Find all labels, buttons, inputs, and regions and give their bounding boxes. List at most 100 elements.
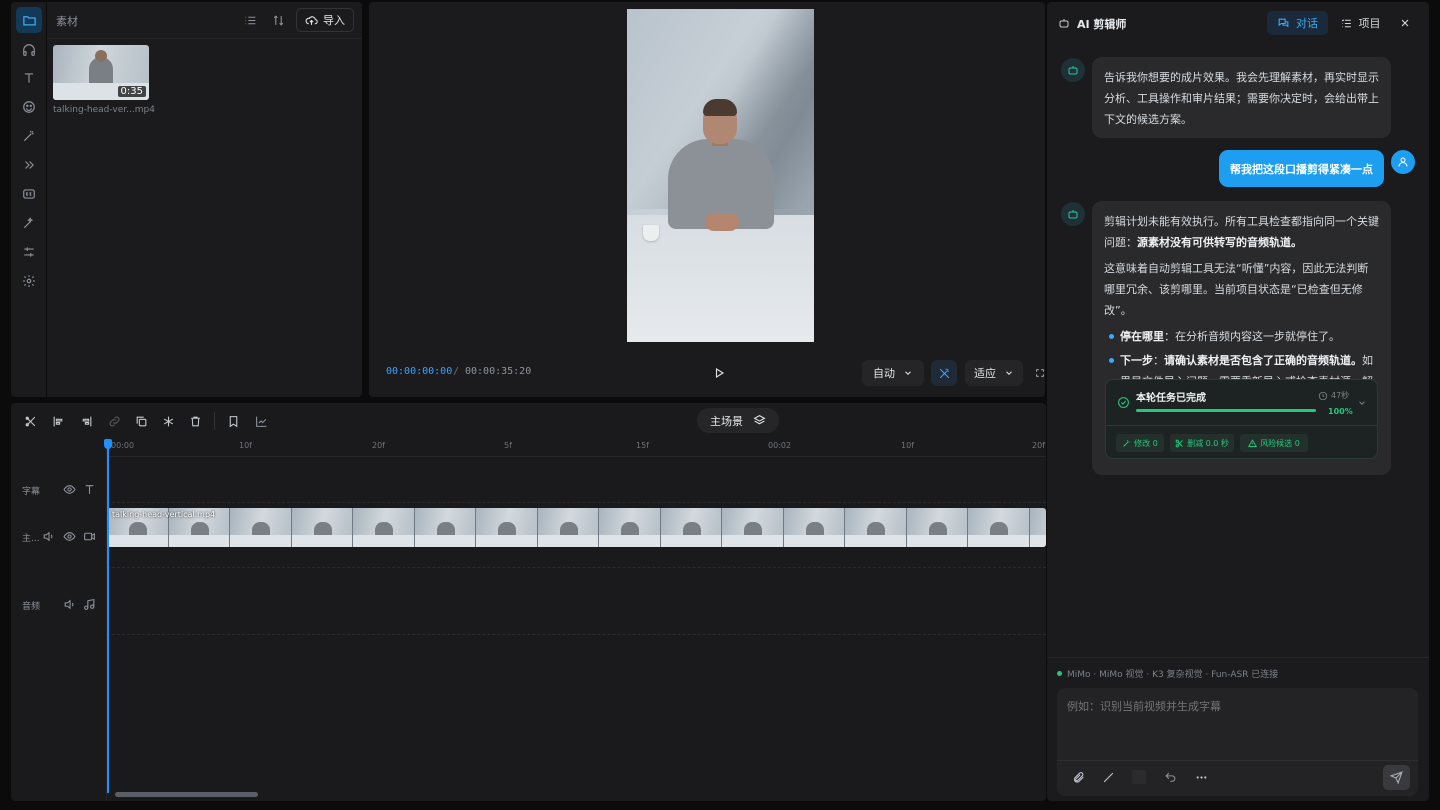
chat-input[interactable] [1067,698,1407,753]
ai-enhance-button[interactable] [931,360,957,386]
time-separator: / [453,366,460,377]
chart-icon[interactable] [252,412,270,430]
magic-wand-icon[interactable] [19,126,39,146]
user-icon [1398,157,1408,167]
tab-chat[interactable]: 对话 [1267,11,1328,35]
audio-track-lane [107,567,1046,635]
headphones-icon[interactable] [19,40,39,60]
bot-avatar [1061,202,1085,226]
playhead-handle[interactable] [104,439,112,449]
copy-icon[interactable] [132,412,150,430]
frame-table [1029,535,1046,547]
fit-select[interactable]: 适应 [965,360,1023,386]
frame-table [537,535,599,547]
attachment-icon[interactable] [1069,768,1087,786]
frame-table [353,535,414,547]
scissors-icon [1175,439,1183,447]
bot-icon [1068,66,1078,75]
text-icon[interactable] [19,68,39,88]
player-panel: 00:00:00:00 / 00:00:35:20 自动 适应 [369,2,1045,397]
clip-frame-thumbnail [291,508,353,547]
clip-name-label: talking-head-vertical.mp4 [112,510,216,519]
ruler-label: 5f [504,441,512,450]
tab-chat-label: 对话 [1296,17,1318,30]
text-track-icon[interactable] [81,481,97,497]
color-swatch-icon[interactable] [1132,770,1146,784]
subtitle-track-label: 字幕 [22,487,41,497]
tab-project-label: 项目 [1358,17,1381,30]
play-button[interactable] [709,364,729,382]
bookmark-icon[interactable] [224,412,242,430]
connection-status-text: MiMo · MiMo 视觉 · K3 复杂视觉 · Fun-ASR 已连接 [1067,670,1279,680]
left-tool-sidebar [11,2,46,397]
total-time: 00:00:35:20 [465,366,532,377]
sliders-icon[interactable] [19,242,39,262]
clip-frame-thumbnail [476,508,538,547]
sort-icon[interactable] [269,11,287,29]
clip-frame-thumbnail [968,508,1030,547]
align-right-icon[interactable] [77,412,95,430]
align-left-icon[interactable] [49,412,67,430]
list-view-icon[interactable] [241,11,259,29]
clip-frame-thumbnail [906,508,968,547]
split-icon[interactable] [21,412,39,430]
eye-icon[interactable] [61,528,77,544]
media-clip-thumbnail[interactable]: 0:35 [53,45,149,100]
check-circle-icon [1116,395,1130,409]
main-scene-label: 主场景 [710,414,743,428]
quality-select[interactable]: 自动 [862,360,924,386]
video-camera-icon[interactable] [81,528,97,544]
eye-icon[interactable] [61,481,77,497]
delete-icon[interactable] [186,412,204,430]
timeline-scrollbar[interactable] [115,792,258,797]
music-note-icon[interactable] [81,596,97,612]
undo-icon[interactable] [1161,768,1179,786]
main-track-label: 主... [22,534,40,544]
freeze-icon[interactable] [159,412,177,430]
playhead[interactable] [107,439,109,793]
clip-frame-thumbnail [845,508,907,547]
frame-table [722,535,783,547]
settings-icon[interactable] [19,271,39,291]
warning-icon [1248,438,1258,447]
fit-label: 适应 [974,367,996,380]
assistant-message-bubble: 告诉我你想要的成片效果。我会先理解素材，再实时显示分析、工具操作和审片结果；需要… [1092,57,1391,138]
send-button[interactable] [1383,765,1410,790]
time-ruler: 00:00 10f 20f 5f 15f 00:02 10f 20f [107,437,1046,457]
video-preview[interactable] [627,9,814,342]
volume-icon[interactable] [61,596,77,612]
frame-table [414,535,476,547]
more-icon[interactable] [1192,768,1210,786]
volume-icon[interactable] [40,528,56,544]
tab-project[interactable]: 项目 [1336,11,1384,35]
subtitle-track-lane [107,478,1046,503]
import-button[interactable]: 导入 [296,8,354,32]
ruler-label: 10f [901,441,914,450]
effects-wand-icon[interactable] [19,213,39,233]
edits-chip: 修改 0 [1116,434,1164,452]
fullscreen-icon[interactable] [1035,364,1045,382]
emoji-icon[interactable] [19,97,39,117]
cuts-chip: 删减 0.0 秒 [1170,434,1234,452]
close-icon[interactable] [1397,15,1413,31]
bullet-text: ： [1153,354,1164,367]
captions-icon[interactable] [19,184,39,204]
frame-table [599,535,660,547]
task-title: 本轮任务已完成 [1136,393,1206,404]
bot-avatar [1061,58,1085,82]
ruler-label: 15f [636,441,649,450]
folder-icon[interactable] [16,7,42,33]
main-scene-button[interactable]: 主场景 [697,408,779,433]
chat-input-box[interactable] [1057,688,1418,796]
chevrons-right-icon[interactable] [19,155,39,175]
thumbnail-head [95,50,107,62]
pen-icon[interactable] [1099,768,1117,786]
task-status-card[interactable]: 本轮任务已完成 47秒 100% 修改 0 删减 0.0 秒 风险候选 0 [1105,379,1378,459]
chevron-down-icon[interactable] [1356,397,1368,409]
risk-chip: 风险候选 0 [1240,434,1308,452]
main-video-clip[interactable]: talking-head-vertical.mp4 [107,508,1046,547]
wand-icon [1123,439,1130,447]
link-icon[interactable] [105,412,123,430]
audio-track-label: 音频 [22,602,41,612]
reply-paragraph-2: 这意味着自动剪辑工具无法“听懂”内容，因此无法判断哪里冗余、该剪哪里。当前项目状… [1104,262,1369,317]
